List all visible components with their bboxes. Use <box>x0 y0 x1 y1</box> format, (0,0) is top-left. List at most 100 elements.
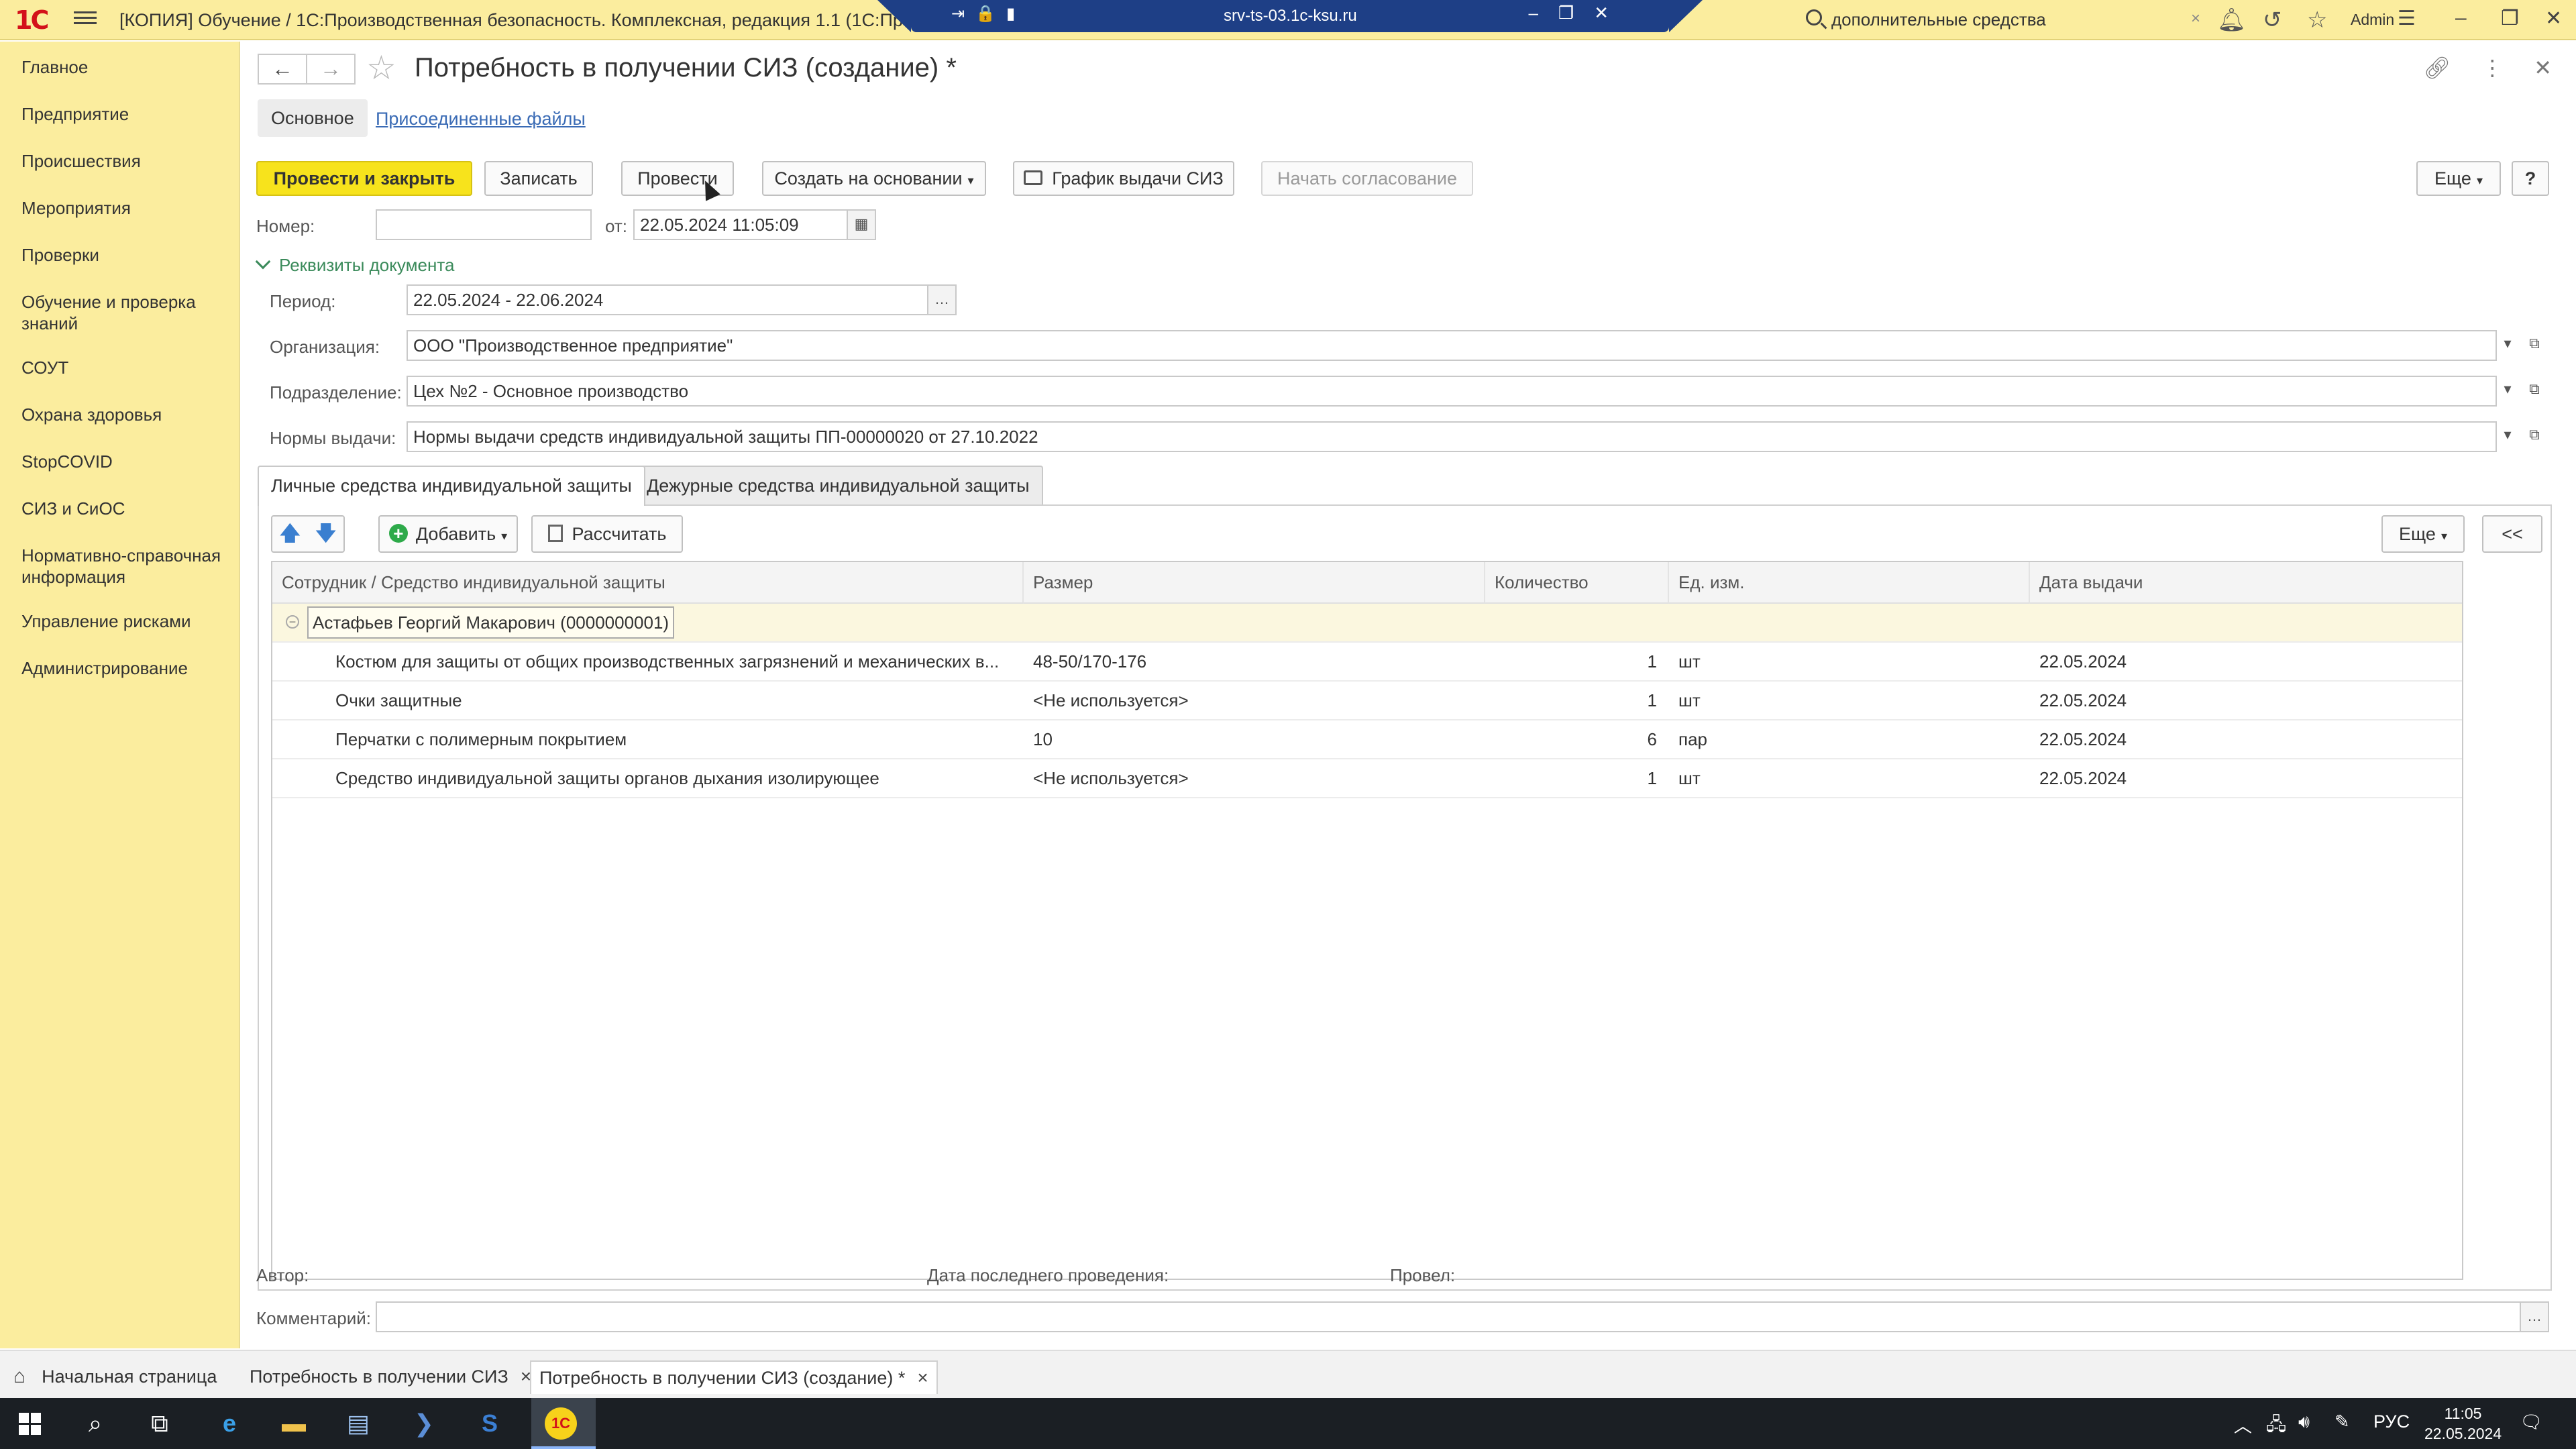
collapse-panel-button[interactable]: << <box>2482 515 2542 553</box>
tab-personal-ppe[interactable]: Личные средства индивидуальной защиты <box>258 466 645 506</box>
main-menu-icon[interactable] <box>74 8 97 28</box>
sidebar-item-main[interactable]: Главное <box>21 56 229 78</box>
table-row[interactable]: Средство индивидуальной защиты органов д… <box>272 759 2462 798</box>
close-window-icon[interactable]: ✕ <box>2545 7 2562 30</box>
sidebar-item-incidents[interactable]: Происшествия <box>21 150 229 172</box>
date-field[interactable]: 22.05.2024 11:05:09 <box>633 209 848 240</box>
period-select-button[interactable]: … <box>927 284 957 315</box>
sidebar-item-enterprise[interactable]: Предприятие <box>21 103 229 125</box>
comment-expand-button[interactable]: … <box>2520 1301 2549 1332</box>
tray-expand-icon[interactable]: ︿ <box>2234 1411 2252 1438</box>
move-rows-buttons[interactable]: 🡅 🡇 <box>271 515 345 553</box>
sidebar-item-risks[interactable]: Управление рисками <box>21 610 229 632</box>
sidebar-item-health[interactable]: Охрана здоровья <box>21 404 229 425</box>
table-row[interactable]: Очки защитные <Не используется> 1 шт 22.… <box>272 682 2462 720</box>
settings-lines-icon[interactable]: ☰ <box>2398 7 2416 30</box>
issue-norms-open-icon[interactable]: ⧉ <box>2520 421 2549 452</box>
internet-explorer-icon[interactable]: e <box>213 1407 246 1440</box>
bell-icon[interactable]: 🔔︎ <box>2217 7 2246 34</box>
link-icon[interactable]: 🔗︎ <box>2424 56 2451 80</box>
arrow-down-icon[interactable]: 🡇 <box>315 517 336 551</box>
favorites-star-icon[interactable]: ☆ <box>2307 7 2327 34</box>
column-header-size[interactable]: Размер <box>1024 562 1485 604</box>
department-open-icon[interactable]: ⧉ <box>2520 376 2549 407</box>
favorite-star-icon[interactable]: ☆ <box>366 48 396 87</box>
file-explorer-icon[interactable]: ▬ <box>278 1407 310 1440</box>
close-form-icon[interactable]: ✕ <box>2534 56 2552 80</box>
clear-search-icon[interactable]: × <box>2191 9 2200 28</box>
search-input[interactable] <box>1831 8 2180 31</box>
column-header-employee[interactable]: Сотрудник / Средство индивидуальной защи… <box>272 562 1024 604</box>
sidebar-item-measures[interactable]: Мероприятия <box>21 197 229 219</box>
table-row[interactable]: Перчатки с полимерным покрытием 10 6 пар… <box>272 720 2462 759</box>
tab-home-page[interactable]: ⌂ Начальная страница <box>13 1360 217 1394</box>
pen-icon[interactable]: ✎ <box>2334 1411 2350 1432</box>
notifications-icon[interactable]: 🗨︎ <box>2520 1411 2542 1433</box>
add-row-button[interactable]: + Добавить ▾ <box>378 515 518 553</box>
column-header-issue-date[interactable]: Дата выдачи <box>2030 562 2462 604</box>
create-based-on-button[interactable]: Создать на основании ▾ <box>762 161 986 196</box>
global-search[interactable]: × <box>1803 8 2200 34</box>
department-dropdown-icon[interactable]: ▾ <box>2493 376 2522 407</box>
column-header-quantity[interactable]: Количество <box>1485 562 1669 604</box>
sidebar-item-stopcovid[interactable]: StopCOVID <box>21 451 229 472</box>
tab-ppe-need-list[interactable]: Потребность в получении СИЗ × <box>250 1360 531 1394</box>
issue-norms-dropdown-icon[interactable]: ▾ <box>2493 421 2522 452</box>
help-button[interactable]: ? <box>2512 161 2549 196</box>
forward-button[interactable]: → <box>306 54 356 85</box>
table-group-row[interactable]: − Астафьев Георгий Макарович (0000000001… <box>272 604 2462 643</box>
history-icon[interactable]: ↺ <box>2263 7 2282 34</box>
minimize-icon[interactable]: – <box>2455 7 2467 30</box>
sidebar-item-inspections[interactable]: Проверки <box>21 244 229 266</box>
organization-dropdown-icon[interactable]: ▾ <box>2493 330 2522 361</box>
powershell-icon[interactable]: ❯ <box>408 1407 440 1440</box>
calculate-button[interactable]: Рассчитать <box>531 515 683 553</box>
period-field[interactable]: 22.05.2024 - 22.06.2024 <box>407 284 935 315</box>
issue-norms-field[interactable]: Нормы выдачи средств индивидуальной защи… <box>407 421 2497 452</box>
comment-field[interactable] <box>376 1301 2525 1332</box>
server-manager-icon[interactable]: ▤ <box>342 1407 374 1440</box>
start-approval-button[interactable]: Начать согласование <box>1261 161 1473 196</box>
sidebar-item-sout[interactable]: СОУТ <box>21 357 229 378</box>
sidebar-item-admin[interactable]: Администрирование <box>21 657 229 679</box>
restore-icon[interactable]: ❐ <box>2501 7 2519 30</box>
ppe-schedule-button[interactable]: График выдачи СИЗ <box>1013 161 1234 196</box>
current-user[interactable]: Admin <box>2351 11 2394 29</box>
post-and-close-button[interactable]: Провести и закрыть <box>256 161 472 196</box>
search-taskbar-icon[interactable]: ⌕ <box>79 1407 111 1440</box>
department-field[interactable]: Цех №2 - Основное производство <box>407 376 2497 407</box>
app-s-icon[interactable]: S <box>474 1407 506 1440</box>
windows-start-icon[interactable] <box>19 1413 42 1436</box>
rdp-window-controls[interactable]: –❐✕ <box>1528 3 1629 23</box>
collapse-group-icon[interactable]: − <box>286 615 299 629</box>
column-header-unit[interactable]: Ед. изм. <box>1669 562 2030 604</box>
more-vertical-icon[interactable]: ⋮ <box>2481 56 2503 80</box>
table-row[interactable]: Костюм для защиты от общих производствен… <box>272 643 2462 682</box>
back-button[interactable]: ← <box>258 54 307 85</box>
sidebar-item-reference[interactable]: Нормативно-справочная информация <box>21 545 229 588</box>
more-button[interactable]: Еще ▾ <box>2416 161 2501 196</box>
arrow-up-icon[interactable]: 🡅 <box>280 517 301 551</box>
table-more-button[interactable]: Еще ▾ <box>2381 515 2465 553</box>
close-tab-icon[interactable]: × <box>917 1367 928 1388</box>
tab-attached-files[interactable]: Присоединенные файлы <box>376 109 586 129</box>
save-button[interactable]: Записать <box>484 161 593 196</box>
system-clock[interactable]: 11:05 22.05.2024 <box>2424 1403 2502 1444</box>
sidebar-item-ppe[interactable]: СИЗ и СиОС <box>21 498 229 519</box>
calendar-icon[interactable]: ▦ <box>847 209 876 240</box>
document-details-group-toggle[interactable]: Реквизиты документа <box>255 254 454 276</box>
tab-duty-ppe[interactable]: Дежурные средства индивидуальной защиты <box>633 466 1043 504</box>
organization-open-icon[interactable]: ⧉ <box>2520 330 2549 361</box>
number-field[interactable] <box>376 209 592 240</box>
sidebar-item-training[interactable]: Обучение и проверка знаний <box>21 291 229 334</box>
tab-ppe-need-create[interactable]: Потребность в получении СИЗ (создание) *… <box>530 1360 938 1394</box>
input-language[interactable]: РУС <box>2373 1411 2410 1432</box>
rdp-pin-lock-signal-icons[interactable]: ⇥🔒▮ <box>951 4 1026 23</box>
volume-icon[interactable]: 🔊︎ <box>2298 1411 2310 1433</box>
network-icon[interactable]: 🖧︎ <box>2266 1411 2286 1442</box>
ppe-create-tab-label: Потребность в получении СИЗ (создание) * <box>539 1368 906 1388</box>
organization-field[interactable]: ООО "Производственное предприятие" <box>407 330 2497 361</box>
1c-taskbar-button[interactable]: 1С <box>531 1398 596 1449</box>
tab-main[interactable]: Основное <box>258 99 368 137</box>
task-view-icon[interactable]: ⧉ <box>144 1407 176 1440</box>
